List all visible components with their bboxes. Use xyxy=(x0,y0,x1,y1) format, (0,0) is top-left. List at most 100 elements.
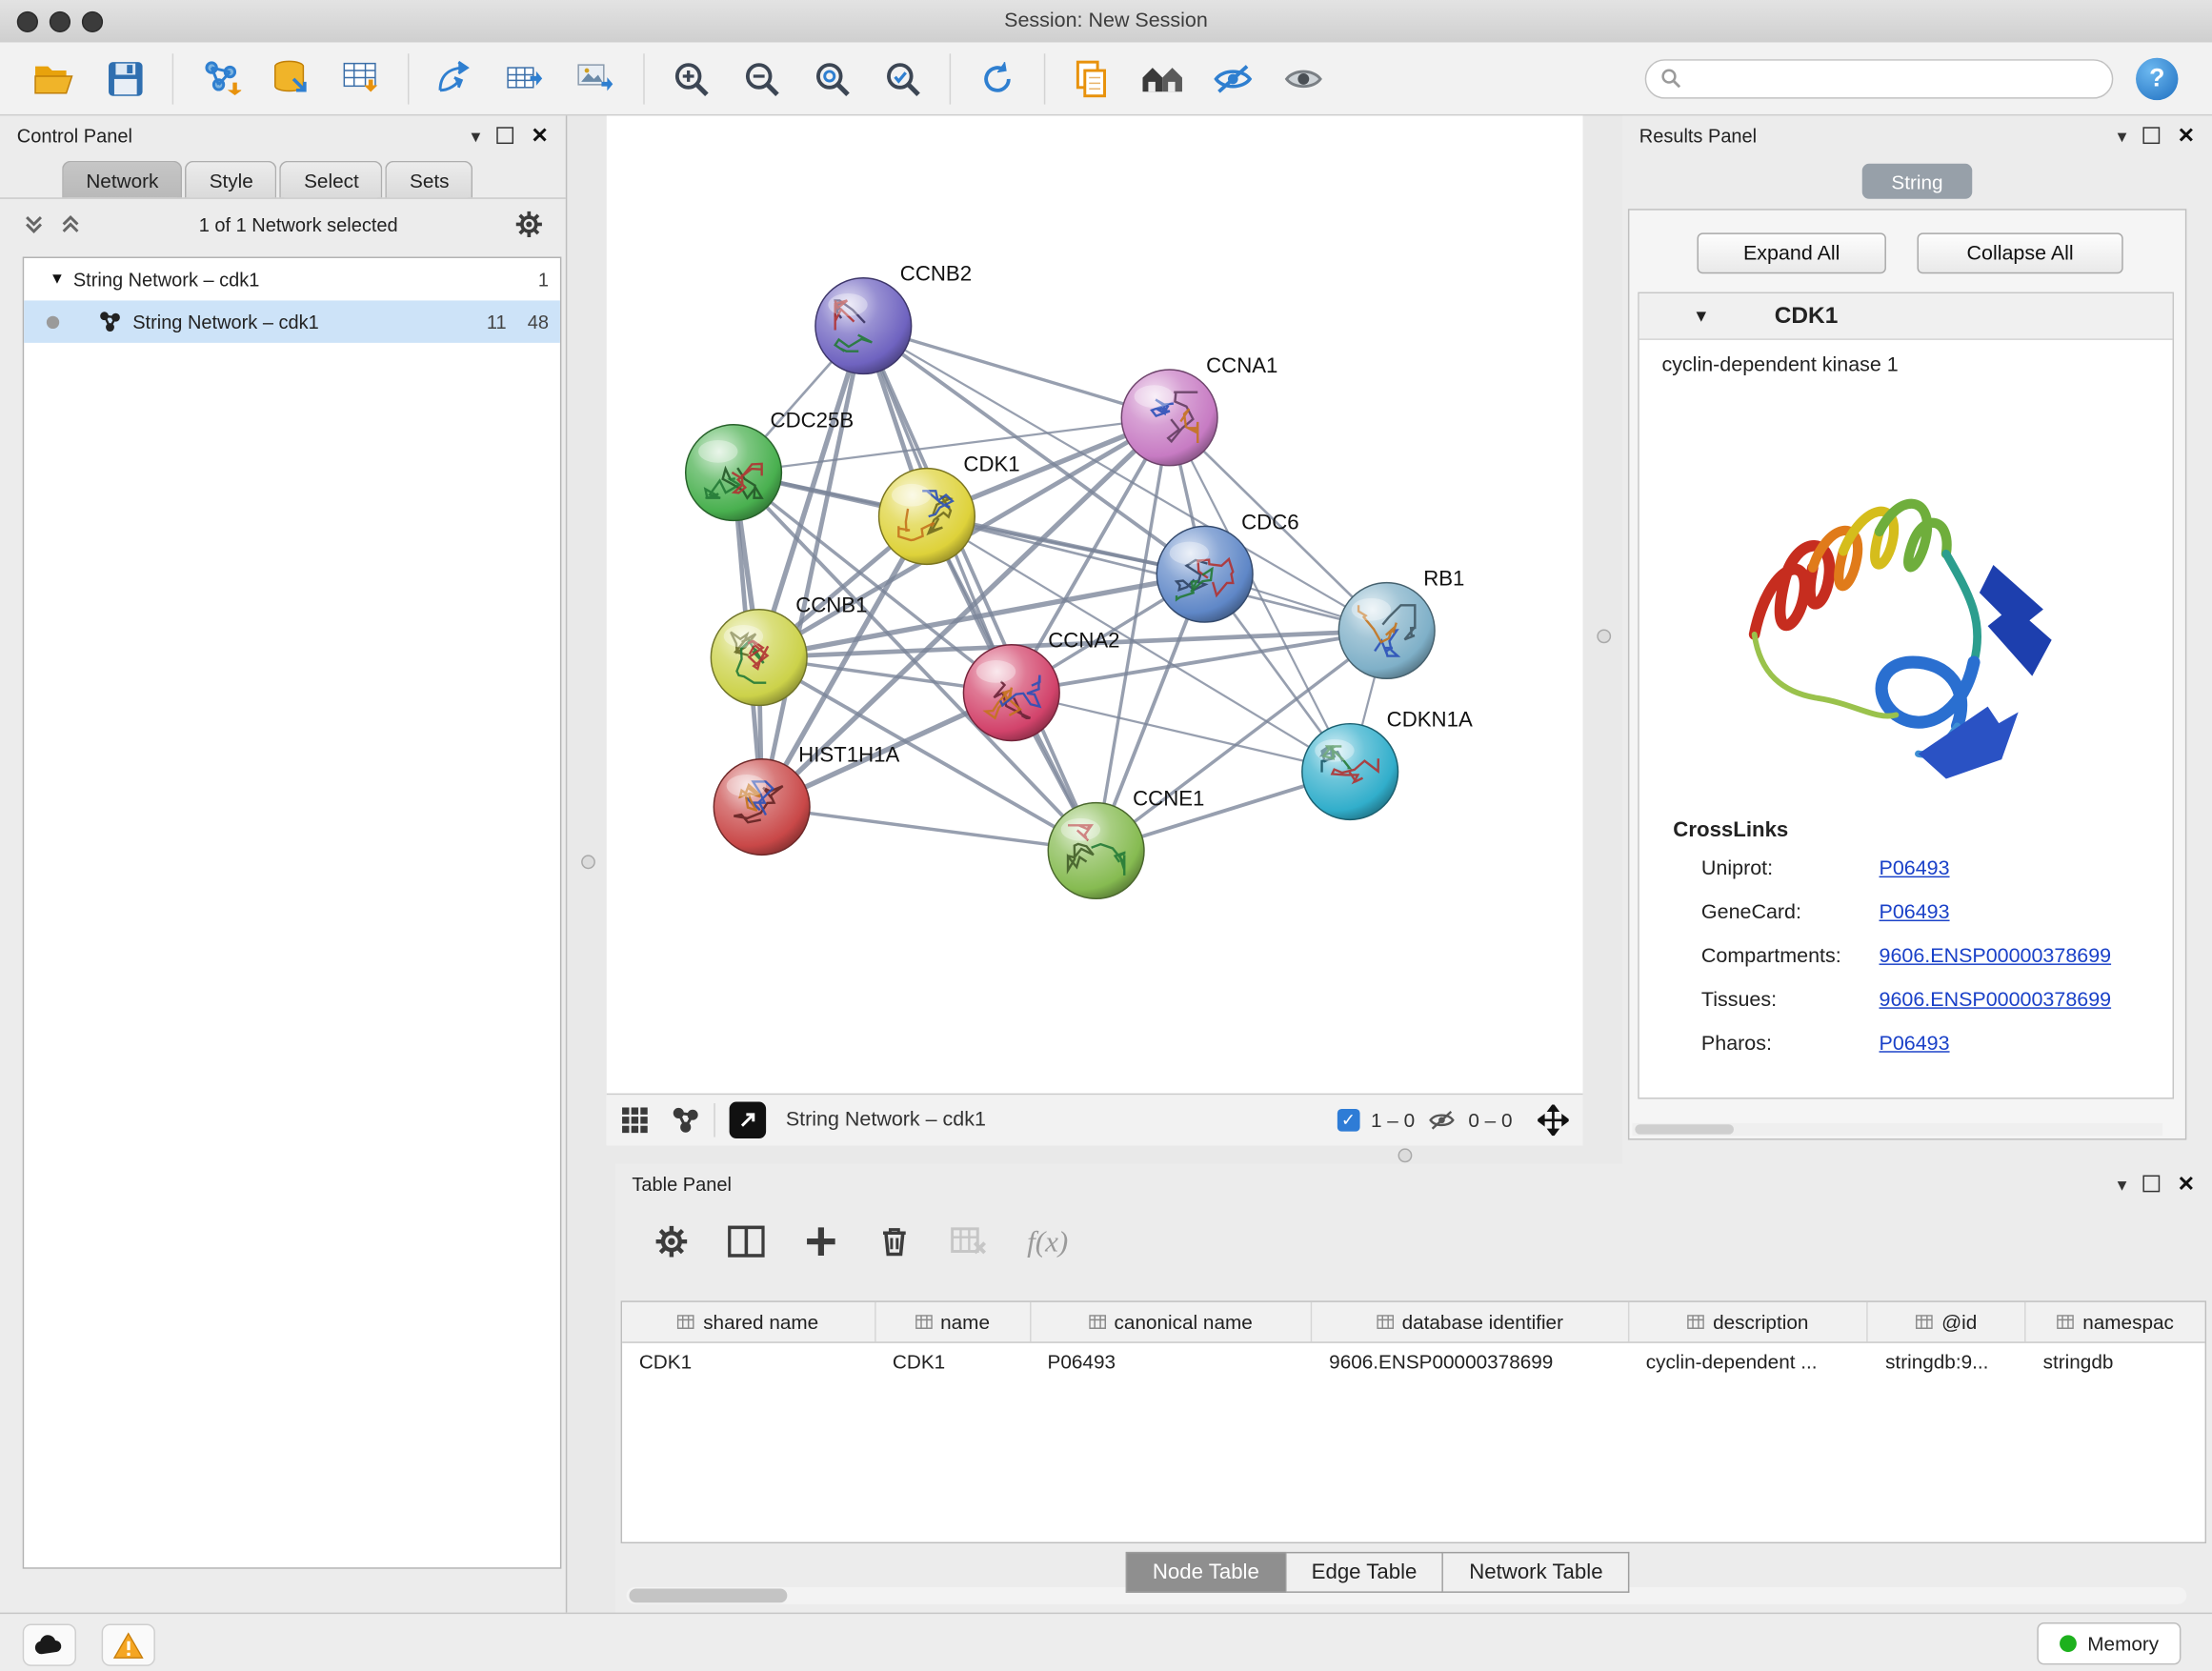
show-columns-icon[interactable] xyxy=(728,1224,765,1258)
cloud-icon xyxy=(34,1634,66,1657)
tab-node-table[interactable]: Node Table xyxy=(1126,1552,1286,1593)
tab-network[interactable]: Network xyxy=(62,161,182,198)
column-header[interactable]: name xyxy=(875,1302,1031,1341)
crosslink-tissues-link[interactable]: 9606.ENSP00000378699 xyxy=(1880,989,2112,1012)
hidden-eye-slash-icon xyxy=(1426,1109,1458,1132)
open-session-button[interactable] xyxy=(27,50,83,107)
protein-expand-icon[interactable]: ▼ xyxy=(1693,306,1710,326)
column-header[interactable]: database identifier xyxy=(1312,1302,1629,1341)
results-panel-menu-icon[interactable]: ▾ xyxy=(2118,127,2127,145)
protein-name: CDK1 xyxy=(1775,303,1839,330)
tab-edge-table[interactable]: Edge Table xyxy=(1286,1552,1444,1593)
help-button[interactable]: ? xyxy=(2136,57,2178,99)
selection-checkbox[interactable]: ✓ xyxy=(1337,1109,1359,1132)
duplicate-network-button[interactable] xyxy=(1064,50,1120,107)
tab-string[interactable]: String xyxy=(1862,164,1973,199)
delete-column-trash-icon[interactable] xyxy=(877,1224,912,1258)
pan-crosshair-icon[interactable] xyxy=(1538,1105,1569,1137)
export-network-button[interactable] xyxy=(428,50,484,107)
warnings-button[interactable] xyxy=(102,1623,155,1665)
tab-select[interactable]: Select xyxy=(280,161,383,198)
collapse-all-label: Collapse All xyxy=(1966,242,2073,265)
export-image-icon xyxy=(575,58,617,97)
svg-text:RB1: RB1 xyxy=(1423,567,1464,591)
network-view-toolbar: String Network – cdk1 ✓ 1 – 0 0 – 0 xyxy=(607,1094,1583,1146)
cell-shared-name[interactable]: CDK1 xyxy=(622,1343,875,1382)
table-row[interactable]: CDK1 CDK1 P06493 9606.ENSP00000378699 cy… xyxy=(622,1343,2205,1382)
export-image-button[interactable] xyxy=(569,50,625,107)
expand-all-button[interactable]: Expand All xyxy=(1697,232,1885,273)
results-panel-close-button[interactable]: ✕ xyxy=(2178,123,2196,149)
cloud-status-button[interactable] xyxy=(23,1623,76,1665)
grid-view-icon[interactable] xyxy=(621,1106,650,1135)
import-network-database-button[interactable] xyxy=(262,50,318,107)
column-header[interactable]: namespac xyxy=(2026,1302,2205,1341)
memory-button[interactable]: Memory xyxy=(2037,1622,2181,1664)
save-floppy-icon xyxy=(108,60,145,97)
network-view-icon[interactable] xyxy=(672,1106,700,1135)
export-table-button[interactable] xyxy=(498,50,554,107)
column-header[interactable]: shared name xyxy=(622,1302,875,1341)
horizontal-splitter-handle[interactable] xyxy=(1398,1148,1413,1162)
right-splitter-handle[interactable] xyxy=(1597,629,1611,643)
svg-text:CCNB1: CCNB1 xyxy=(795,594,867,617)
help-label: ? xyxy=(2149,64,2164,93)
table-panel-menu-icon[interactable]: ▾ xyxy=(2118,1175,2127,1193)
table-settings-gear-icon[interactable] xyxy=(654,1224,689,1258)
network-graph[interactable]: CCNB2CCNA1CDC25BCDK1CDC6RB1CCNB1CCNA2CDK… xyxy=(607,115,1583,1093)
zoom-out-button[interactable] xyxy=(734,50,790,107)
tab-style[interactable]: Style xyxy=(186,161,277,198)
crosslink-genecard-link[interactable]: P06493 xyxy=(1880,901,1950,924)
collection-expand-icon[interactable]: ▼ xyxy=(50,271,65,288)
network-collection-row[interactable]: ▼ String Network – cdk1 1 xyxy=(24,258,560,300)
network-view[interactable]: CCNB2CCNA1CDC25BCDK1CDC6RB1CCNB1CCNA2CDK… xyxy=(607,115,1583,1145)
column-header[interactable]: description xyxy=(1629,1302,1868,1341)
cell-description[interactable]: cyclin-dependent ... xyxy=(1629,1343,1868,1382)
cell-id[interactable]: stringdb:9... xyxy=(1868,1343,2026,1382)
table-panel-close-button[interactable]: ✕ xyxy=(2178,1171,2196,1197)
crosslink-pharos-link[interactable]: P06493 xyxy=(1880,1033,1950,1056)
collapse-all-icon[interactable] xyxy=(23,213,46,236)
import-network-icon xyxy=(199,58,241,97)
column-header[interactable]: canonical name xyxy=(1031,1302,1313,1341)
import-table-button[interactable] xyxy=(332,50,389,107)
crosslink-compartments-link[interactable]: 9606.ENSP00000378699 xyxy=(1880,945,2112,968)
show-all-button[interactable] xyxy=(1276,50,1332,107)
zoom-in-button[interactable] xyxy=(663,50,719,107)
detach-view-button[interactable] xyxy=(730,1102,767,1139)
hide-selected-button[interactable] xyxy=(1205,50,1261,107)
control-panel-float-button[interactable] xyxy=(497,127,514,144)
collapse-all-button[interactable]: Collapse All xyxy=(1917,232,2122,273)
neighborhood-button[interactable] xyxy=(1135,50,1191,107)
expand-all-label: Expand All xyxy=(1743,242,1840,265)
warning-icon xyxy=(112,1632,144,1659)
column-header[interactable]: @id xyxy=(1868,1302,2026,1341)
table-panel: Table Panel ▾ ✕ f(x) shared name name ca… xyxy=(615,1164,2212,1613)
results-scrollbar[interactable] xyxy=(1632,1123,2162,1136)
search-input[interactable] xyxy=(1693,67,2098,91)
add-column-icon[interactable] xyxy=(804,1224,838,1258)
copy-document-icon xyxy=(1072,58,1111,97)
function-builder-button[interactable]: f(x) xyxy=(1027,1224,1068,1259)
control-panel-close-button[interactable]: ✕ xyxy=(531,123,549,149)
cell-namespace[interactable]: stringdb xyxy=(2026,1343,2205,1382)
protein-section-header[interactable]: ▼ CDK1 xyxy=(1639,293,2173,340)
import-network-file-button[interactable] xyxy=(191,50,248,107)
zoom-selected-button[interactable] xyxy=(875,50,931,107)
table-panel-float-button[interactable] xyxy=(2143,1176,2161,1193)
tab-network-table[interactable]: Network Table xyxy=(1444,1552,1630,1593)
control-panel-menu-icon[interactable]: ▾ xyxy=(471,127,480,145)
left-splitter-handle[interactable] xyxy=(581,855,595,869)
cell-database-identifier[interactable]: 9606.ENSP00000378699 xyxy=(1312,1343,1629,1382)
zoom-fit-button[interactable] xyxy=(804,50,860,107)
network-row-selected[interactable]: String Network – cdk1 11 48 xyxy=(24,300,560,342)
refresh-view-button[interactable] xyxy=(969,50,1025,107)
save-session-button[interactable] xyxy=(97,50,153,107)
results-panel-float-button[interactable] xyxy=(2143,127,2161,144)
crosslink-uniprot-link[interactable]: P06493 xyxy=(1880,857,1950,880)
cell-name[interactable]: CDK1 xyxy=(875,1343,1031,1382)
expand-all-icon[interactable] xyxy=(59,213,82,236)
tab-sets[interactable]: Sets xyxy=(386,161,473,198)
cell-canonical-name[interactable]: P06493 xyxy=(1031,1343,1313,1382)
gear-icon[interactable] xyxy=(515,211,544,239)
